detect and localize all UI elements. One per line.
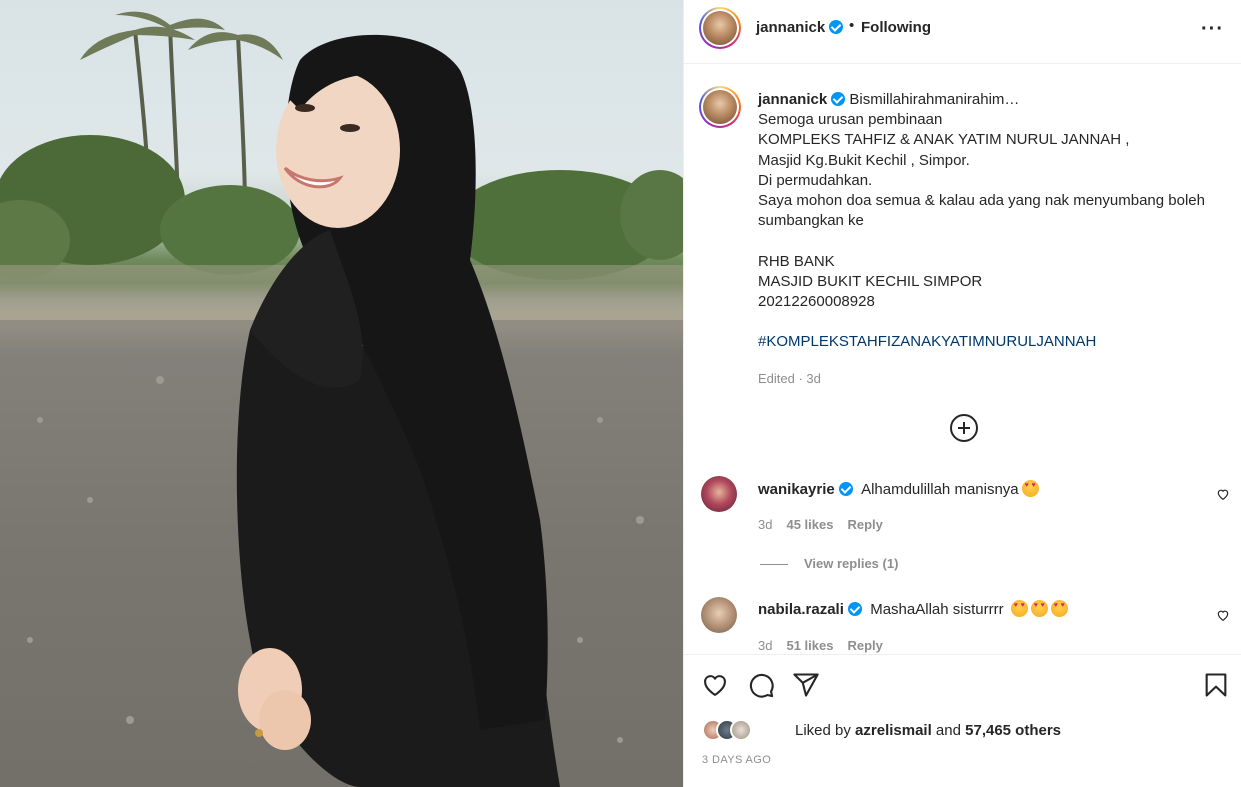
likes-summary: Liked by azrelismail and 57,465 others [795,722,1061,739]
heart-eyes-emoji-icon [1050,600,1068,617]
comment-meta: 3d 45 likes Reply [758,517,897,532]
caption-line [758,312,1228,332]
comment-text: nabila.razali MashaAllah sisturrrr [758,600,1068,618]
likes-prefix: Liked by [795,722,856,739]
hashtag-link[interactable]: #KOMPLEKSTAHFIZANAKYATIMNURULJANNAH [758,333,1096,350]
reply-button[interactable]: Reply [847,638,882,653]
caption-line: Semoga urusan pembinaan [758,111,943,129]
reply-button[interactable]: Reply [847,517,882,532]
likes-connector: and [931,722,966,739]
heart-eyes-emoji-icon [1021,480,1039,497]
caption-line: Di permudahkan. [758,171,873,189]
comment-text: wanikayrie Alhamdulillah manisnya [758,480,1039,498]
post-timestamp[interactable]: 3 DAYS AGO [702,754,771,766]
caption-line: Saya mohon doa semua & kalau ada yang na… [758,192,1205,210]
view-replies-button[interactable]: View replies (1) [760,556,898,571]
comment-body: Alhamdulillah manisnya [861,481,1019,498]
load-more-comments-icon[interactable] [950,414,978,442]
commenter-username[interactable]: nabila.razali [758,601,844,618]
liker-username[interactable]: azrelismail [855,722,932,739]
caption-line: sumbangkan ke [758,212,864,230]
commenter-username[interactable]: wanikayrie [758,481,835,498]
caption-line: MASJID BUKIT KECHIL SIMPOR [758,272,983,290]
caption-line: Masjid Kg.Bukit Kechil , Simpor. [758,151,970,169]
comment-likes[interactable]: 51 likes [786,638,833,653]
comment-time: 3d [758,517,773,532]
caption-line: RHB BANK [758,252,835,270]
comment-meta: 3d 51 likes Reply [758,638,897,653]
caption-author-avatar[interactable] [699,86,741,128]
photo-illustration [0,11,683,787]
caption-line: Bismillahirahmanirahim… [849,91,1020,108]
post-header: jannanick • Following ··· [684,0,1241,64]
heart-eyes-emoji-icon [1010,600,1028,617]
post-photo[interactable] [0,0,683,787]
commenter-avatar[interactable] [701,476,737,512]
comment-like-icon[interactable] [1216,487,1230,501]
author-username[interactable]: jannanick [756,19,844,36]
following-button[interactable]: Following [861,19,931,36]
verified-badge-icon [838,482,853,496]
heart-icon[interactable] [701,671,729,699]
view-replies-label: View replies (1) [804,556,899,571]
likes-others-count[interactable]: 57,465 others [965,722,1061,739]
bookmark-icon[interactable] [1202,671,1230,699]
caption-line [758,231,1228,251]
share-icon[interactable] [792,671,820,699]
replies-divider [760,564,788,566]
more-options-icon[interactable]: ··· [1201,18,1224,41]
comment-time: 3d [758,638,773,653]
author-avatar[interactable] [699,7,741,49]
verified-badge-icon [831,92,846,106]
liker-avatar [730,719,752,741]
caption-line: 20212260008928 [758,293,875,311]
comment-like-icon[interactable] [1216,608,1230,622]
comment-icon[interactable] [747,671,775,699]
verified-badge-icon [829,20,844,34]
verified-badge-icon [847,602,862,616]
separator-dot: • [849,17,855,34]
post-actions-bar: Liked by azrelismail and 57,465 others 3… [684,654,1241,787]
caption-line: KOMPLEKS TAHFIZ & ANAK YATIM NURUL JANNA… [758,131,1130,149]
caption-edited-time: Edited · 3d [758,371,821,386]
heart-eyes-emoji-icon [1030,600,1048,617]
caption-username[interactable]: jannanick [758,91,827,108]
comment-body: MashaAllah sisturrrr [870,601,1008,618]
post-details-panel: jannanick • Following ··· jannanick Bism… [683,0,1241,787]
comment-likes[interactable]: 45 likes [786,517,833,532]
commenter-avatar[interactable] [701,597,737,633]
post-caption: jannanick Bismillahirahmanirahim… Semoga… [758,90,1228,353]
